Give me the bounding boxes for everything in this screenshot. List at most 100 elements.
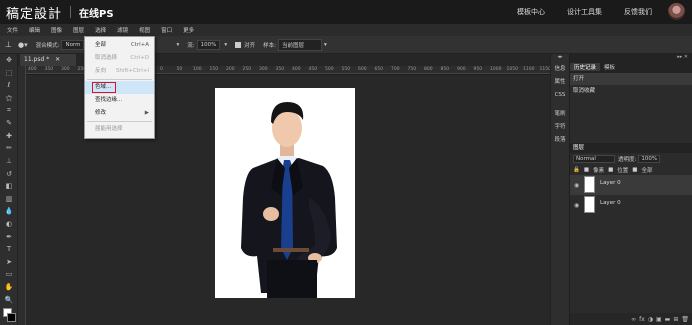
select-menu: 全部 Ctrl+A 取消选择 Ctrl+D 反向 Shift+Ctrl+I 色域… [84,36,155,139]
ruler-tick-label: 300 [61,67,70,72]
layer-blend-select[interactable]: Normal [573,155,615,163]
new-layer-icon[interactable]: ⊞ [673,316,678,323]
tab-history[interactable]: 历史记录 [570,63,601,71]
menu-item-color-range[interactable]: 色域... [85,81,154,94]
layer-row[interactable]: ◉ Layer 0 [570,195,692,215]
clone-stamp-icon[interactable]: ⊥ [0,155,18,168]
history-row[interactable]: 取消收藏 [570,85,692,97]
gradient-tool-icon[interactable]: ▥ [0,193,18,206]
document-tab[interactable]: 11.psd * ✕ [20,54,76,66]
path-select-icon[interactable]: ➤ [0,256,18,269]
menu-filter[interactable]: 滤镜 [117,26,128,34]
user-avatar[interactable] [668,3,685,20]
layer-row[interactable]: ◉ Layer 0 [570,175,692,195]
sample-label: 样本: [263,42,276,49]
ruler-tick-label: 450 [308,67,318,72]
brush-tool-icon[interactable]: ✏ [0,142,18,155]
menu-item-extra[interactable]: 届能用选择 [85,123,154,136]
zoom-tool-icon[interactable]: 🔍 [0,293,18,306]
color-swatches[interactable] [0,306,17,324]
layer-name: Layer 0 [600,200,621,206]
history-brush-icon[interactable]: ↺ [0,167,18,180]
close-tab-icon[interactable]: ✕ [55,56,60,63]
new-group-icon[interactable]: ▬ [665,316,671,323]
feedback-link[interactable]: 反馈我们 [624,7,652,17]
align-label: 对齐 [244,42,256,49]
eraser-tool-icon[interactable]: ◧ [0,180,18,193]
layer-mask-icon[interactable]: ▣ [656,316,662,323]
app-logo[interactable]: 稿定設計 [6,3,62,22]
blur-tool-icon[interactable]: 💧 [0,205,18,218]
flow-input[interactable]: 100% [196,39,221,50]
marquee-tool-icon[interactable]: ⬚ [0,67,18,80]
crop-tool-icon[interactable]: ⌗ [0,104,18,117]
healing-tool-icon[interactable]: ✚ [0,130,18,143]
text-tool-icon[interactable]: T [0,243,18,256]
lock-all-label: 全部 [641,168,653,174]
layers-panel-title[interactable]: 图层 [570,143,692,153]
collapsed-panels: ◂▸ 信息 属性 CSS 笔刷 字符 段落 [550,54,569,325]
menu-edit[interactable]: 编辑 [29,26,40,34]
move-tool-icon[interactable]: ✥ [0,54,18,67]
panel-tab-css[interactable]: CSS [551,89,569,102]
menu-item-all[interactable]: 全部 Ctrl+A [85,39,154,52]
panel-collapse-icon[interactable]: ▸▸ ✕ [570,54,692,61]
lock-pixels-checkbox[interactable]: ■ [584,167,589,173]
menu-window[interactable]: 窗口 [161,26,172,34]
layer-opacity-input[interactable]: 100% [638,155,661,163]
stamp-tool-icon[interactable]: ⊥ [5,40,12,49]
design-tools-link[interactable]: 设计工具集 [567,7,602,17]
lock-all-checkbox[interactable]: ■ [632,167,637,173]
collapse-toggle-icon[interactable]: ◂▸ [551,54,569,63]
menu-item-deselect[interactable]: 取消选择 Ctrl+D [85,52,154,65]
shape-tool-icon[interactable]: ▭ [0,268,18,281]
history-row[interactable]: 打开 [570,73,692,85]
panel-tab-properties[interactable]: 属性 [551,76,569,89]
align-checkbox[interactable] [235,41,242,48]
sample-select[interactable]: 当前图层 [277,38,322,51]
link-layers-icon[interactable]: ∞ [631,316,636,323]
menu-bar: 文件 编辑 图像 图层 选择 滤镜 视图 窗口 更多 [0,24,692,36]
eyedropper-tool-icon[interactable]: ✎ [0,117,18,130]
menu-image[interactable]: 图像 [51,26,62,34]
delete-layer-icon[interactable]: 🗑 [681,316,689,323]
flow-dropdown-icon[interactable]: ▾ [224,42,227,48]
lock-position-checkbox[interactable]: ■ [608,167,613,173]
menu-file[interactable]: 文件 [7,26,18,34]
panel-tab-info[interactable]: 信息 [551,63,569,76]
background-color-swatch[interactable] [7,312,16,322]
ruler-tick-label: 950 [473,67,483,72]
dodge-tool-icon[interactable]: ◐ [0,218,18,231]
history-panel-tabs: 历史记录 模板 [570,61,692,73]
menu-select[interactable]: 选择 [95,26,106,34]
panel-tab-brush[interactable]: 笔刷 [551,108,569,121]
layer-style-icon[interactable]: fx [639,316,645,323]
sample-dropdown-icon[interactable]: ▾ [324,42,327,48]
menu-item-all-label: 全部 [95,42,107,48]
lasso-tool-icon[interactable]: ℓ [0,79,18,92]
brush-preset-icon[interactable]: ●▾ [18,41,28,49]
blend-mode-select[interactable]: Norm [61,39,85,50]
pen-tool-icon[interactable]: ✒ [0,230,18,243]
menu-item-inverse-shortcut: Shift+Ctrl+I [115,68,149,74]
ruler-tick-label: 100 [193,67,202,72]
layer-thumbnail [584,196,595,213]
ruler-tick-label: 250 [242,67,252,72]
tab-template[interactable]: 模板 [600,63,619,71]
layer-opacity-label: 透明度: [618,157,637,163]
template-center-link[interactable]: 模板中心 [517,7,545,17]
magic-wand-icon[interactable]: ⚝ [0,92,18,105]
visibility-eye-icon[interactable]: ◉ [574,182,579,189]
panel-tab-paragraph[interactable]: 段落 [551,134,569,147]
hand-tool-icon[interactable]: ✋ [0,281,18,294]
menu-item-inverse[interactable]: 反向 Shift+Ctrl+I [85,65,154,78]
visibility-eye-icon[interactable]: ◉ [574,202,579,209]
menu-item-find-edges[interactable]: 查找边缘... [85,94,154,107]
menu-view[interactable]: 视图 [139,26,150,34]
document-image[interactable] [215,88,355,298]
adjustment-layer-icon[interactable]: ◑ [648,316,653,323]
menu-more[interactable]: 更多 [183,26,194,34]
panel-tab-character[interactable]: 字符 [551,121,569,134]
menu-layer[interactable]: 图层 [73,26,84,34]
menu-item-modify[interactable]: 修改 ▶ [85,107,154,120]
